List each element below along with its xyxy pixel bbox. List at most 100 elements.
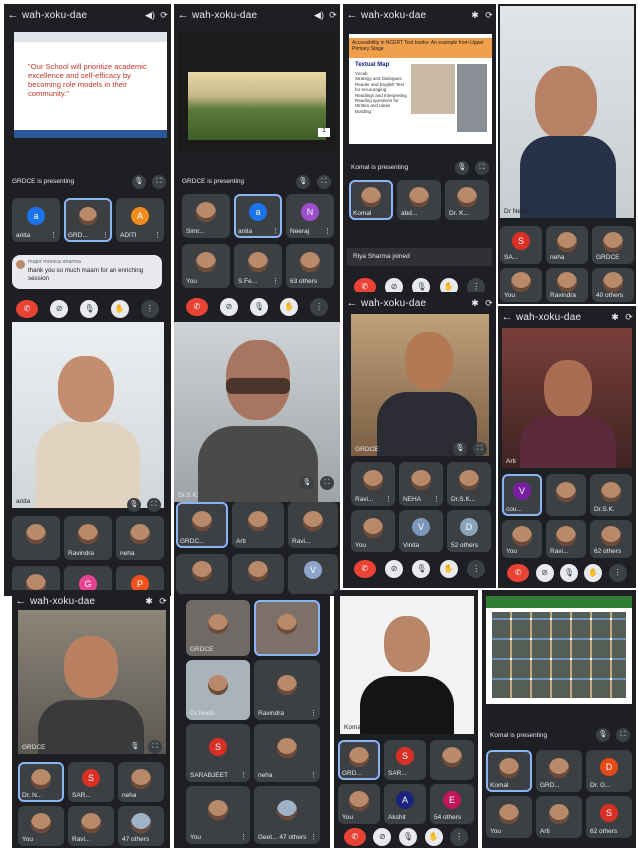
more-options-button[interactable]: ⋮ bbox=[450, 828, 469, 846]
bluetooth-icon[interactable]: ✱ bbox=[468, 10, 482, 21]
mic-off-button[interactable]: 🎙 bbox=[412, 560, 431, 578]
camera-off-button[interactable]: ⊘ bbox=[373, 828, 392, 846]
more-options-button[interactable]: ⋮ bbox=[467, 560, 486, 578]
end-call-button[interactable]: ✆ bbox=[16, 300, 39, 318]
participant-tile[interactable]: E 54 others bbox=[430, 784, 474, 824]
participant-tile[interactable]: You bbox=[338, 784, 380, 824]
participant-tile[interactable]: GRDCE bbox=[592, 226, 634, 264]
fullscreen-icon[interactable]: ⛶ bbox=[616, 728, 630, 742]
participant-tile[interactable]: D Dr. G... bbox=[586, 750, 632, 792]
participant-tile[interactable]: neha ⋮ bbox=[254, 724, 320, 782]
participant-tile[interactable]: Dr Neeti bbox=[186, 660, 250, 720]
more-options-button[interactable]: ⋮ bbox=[140, 300, 159, 318]
participant-tile[interactable]: You bbox=[182, 244, 230, 288]
fullscreen-icon[interactable]: ⛶ bbox=[317, 175, 331, 189]
mic-icon[interactable]: 🎙 bbox=[127, 498, 141, 512]
more-options-button[interactable]: ⋮ bbox=[608, 564, 627, 582]
participant-tile[interactable]: Simr... bbox=[182, 194, 230, 238]
participant-tile[interactable]: Komal bbox=[486, 750, 532, 792]
participant-tile[interactable]: Geet... 47 others ⋮ bbox=[254, 786, 320, 844]
participant-tile[interactable]: S SA... bbox=[500, 226, 542, 264]
participant-tile[interactable]: D 52 others bbox=[447, 510, 491, 552]
back-arrow-icon[interactable]: ← bbox=[4, 9, 22, 21]
participant-tile[interactable]: You bbox=[18, 806, 64, 846]
camera-switch-icon[interactable]: ⟳ bbox=[482, 298, 496, 309]
camera-off-button[interactable]: ⊘ bbox=[535, 564, 554, 582]
back-arrow-icon[interactable]: ← bbox=[498, 311, 516, 323]
participant-tile[interactable]: Ravi... ⋮ bbox=[351, 462, 395, 506]
participant-tile[interactable]: abd... bbox=[397, 180, 441, 220]
participant-tile[interactable]: 47 others bbox=[118, 806, 164, 846]
end-call-button[interactable]: ✆ bbox=[186, 298, 208, 316]
participant-tile[interactable]: Ravindra bbox=[546, 268, 588, 302]
camera-off-button[interactable]: ⊘ bbox=[385, 560, 404, 578]
participant-tile[interactable]: 63 others bbox=[286, 244, 334, 288]
mic-icon[interactable]: 🎙 bbox=[453, 442, 467, 456]
participant-tile[interactable]: S.Fe... ⋮ bbox=[234, 244, 282, 288]
participant-tile[interactable]: neha bbox=[118, 762, 164, 802]
more-options-button[interactable]: ⋮ bbox=[310, 298, 328, 316]
mic-off-button[interactable]: 🎙 bbox=[250, 298, 268, 316]
participant-tile[interactable]: Arti bbox=[232, 502, 284, 548]
mic-icon[interactable]: 🎙 bbox=[296, 175, 310, 189]
participant-tile[interactable]: neha bbox=[116, 516, 164, 560]
participant-tile[interactable]: Dr. N... bbox=[18, 762, 64, 802]
participant-tile[interactable]: GRD... ⋮ bbox=[64, 198, 112, 242]
participant-tile[interactable]: Ravi... bbox=[288, 502, 338, 548]
participant-tile[interactable]: You ⋮ bbox=[186, 786, 250, 844]
participant-tile[interactable]: NEHA ⋮ bbox=[399, 462, 443, 506]
mic-icon[interactable]: 🎙 bbox=[132, 175, 146, 189]
participant-tile[interactable]: Arti bbox=[536, 796, 582, 838]
participant-tile[interactable]: GRD... bbox=[338, 740, 380, 780]
speaker-icon[interactable]: ◀) bbox=[143, 10, 157, 21]
bluetooth-icon[interactable]: ✱ bbox=[468, 298, 482, 309]
participant-tile[interactable] bbox=[232, 554, 284, 594]
end-call-button[interactable]: ✆ bbox=[353, 560, 376, 578]
fullscreen-icon[interactable]: ⛶ bbox=[147, 498, 161, 512]
participant-tile[interactable]: V bbox=[288, 554, 338, 594]
participant-tile[interactable]: You bbox=[500, 268, 542, 302]
fullscreen-icon[interactable]: ⛶ bbox=[475, 161, 489, 175]
back-arrow-icon[interactable]: ← bbox=[343, 297, 361, 309]
bluetooth-icon[interactable]: ✱ bbox=[608, 312, 622, 323]
participant-tile[interactable] bbox=[546, 474, 586, 516]
end-call-button[interactable]: ✆ bbox=[507, 564, 530, 582]
mic-icon[interactable]: 🎙 bbox=[596, 728, 610, 742]
participant-tile[interactable]: 40 others bbox=[592, 268, 634, 302]
back-arrow-icon[interactable]: ← bbox=[12, 595, 30, 607]
fullscreen-icon[interactable]: ⛶ bbox=[152, 175, 166, 189]
participant-tile[interactable]: Dr. K... bbox=[445, 180, 489, 220]
participant-tile[interactable]: 62 others bbox=[590, 520, 632, 558]
back-arrow-icon[interactable]: ← bbox=[343, 9, 361, 21]
mic-off-button[interactable]: 🎙 bbox=[398, 828, 417, 846]
participant-tile[interactable]: Ravi... bbox=[546, 520, 586, 558]
back-arrow-icon[interactable]: ← bbox=[174, 9, 192, 21]
mic-icon[interactable]: 🎙 bbox=[455, 161, 469, 175]
participant-tile[interactable]: You bbox=[486, 796, 532, 838]
participant-tile[interactable]: GRDC... bbox=[176, 502, 228, 548]
participant-tile[interactable]: You bbox=[351, 510, 395, 552]
participant-tile[interactable]: You bbox=[502, 520, 542, 558]
participant-tile[interactable]: Ravindra ⋮ bbox=[254, 660, 320, 720]
raise-hand-button[interactable]: ✋ bbox=[584, 564, 603, 582]
participant-tile[interactable]: S SARABJEET ⋮ bbox=[186, 724, 250, 782]
camera-switch-icon[interactable]: ⟳ bbox=[156, 596, 170, 607]
participant-tile[interactable]: Dr.S.K. bbox=[590, 474, 632, 516]
mic-off-button[interactable]: 🎙 bbox=[80, 300, 99, 318]
participant-tile[interactable]: Komal bbox=[349, 180, 393, 220]
mic-off-button[interactable]: 🎙 bbox=[559, 564, 578, 582]
participant-tile[interactable]: S SAR... bbox=[384, 740, 426, 780]
participant-tile[interactable] bbox=[12, 516, 60, 560]
end-call-button[interactable]: ✆ bbox=[343, 828, 366, 846]
participant-tile[interactable]: V Vinita bbox=[399, 510, 443, 552]
participant-tile[interactable]: A ADITI ⋮ bbox=[116, 198, 164, 242]
participant-tile[interactable]: Dr.S.K... bbox=[447, 462, 491, 506]
raise-hand-button[interactable]: ✋ bbox=[110, 300, 129, 318]
mic-icon[interactable]: 🎙 bbox=[300, 476, 314, 490]
participant-tile[interactable]: a anita ⋮ bbox=[234, 194, 282, 238]
participant-tile[interactable]: S 62 others bbox=[586, 796, 632, 838]
speaker-icon[interactable]: ◀) bbox=[312, 10, 326, 21]
camera-switch-icon[interactable]: ⟳ bbox=[326, 10, 340, 21]
fullscreen-icon[interactable]: ⛶ bbox=[148, 740, 162, 754]
participant-tile[interactable] bbox=[430, 740, 474, 780]
